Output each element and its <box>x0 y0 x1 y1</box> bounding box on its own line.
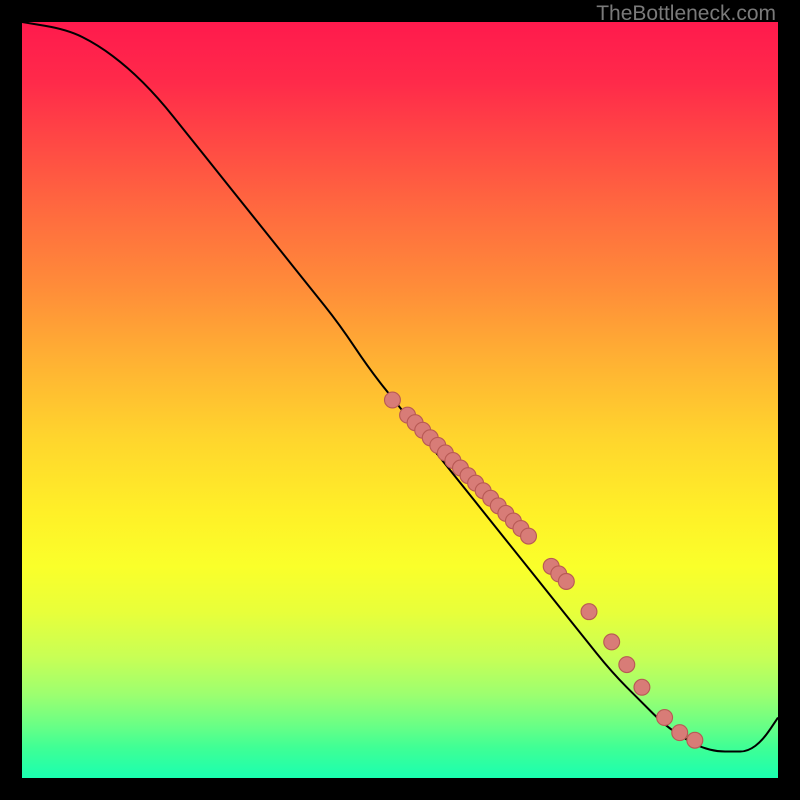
chart-svg <box>22 22 778 778</box>
data-markers <box>385 392 703 748</box>
bottleneck-curve <box>22 22 778 752</box>
